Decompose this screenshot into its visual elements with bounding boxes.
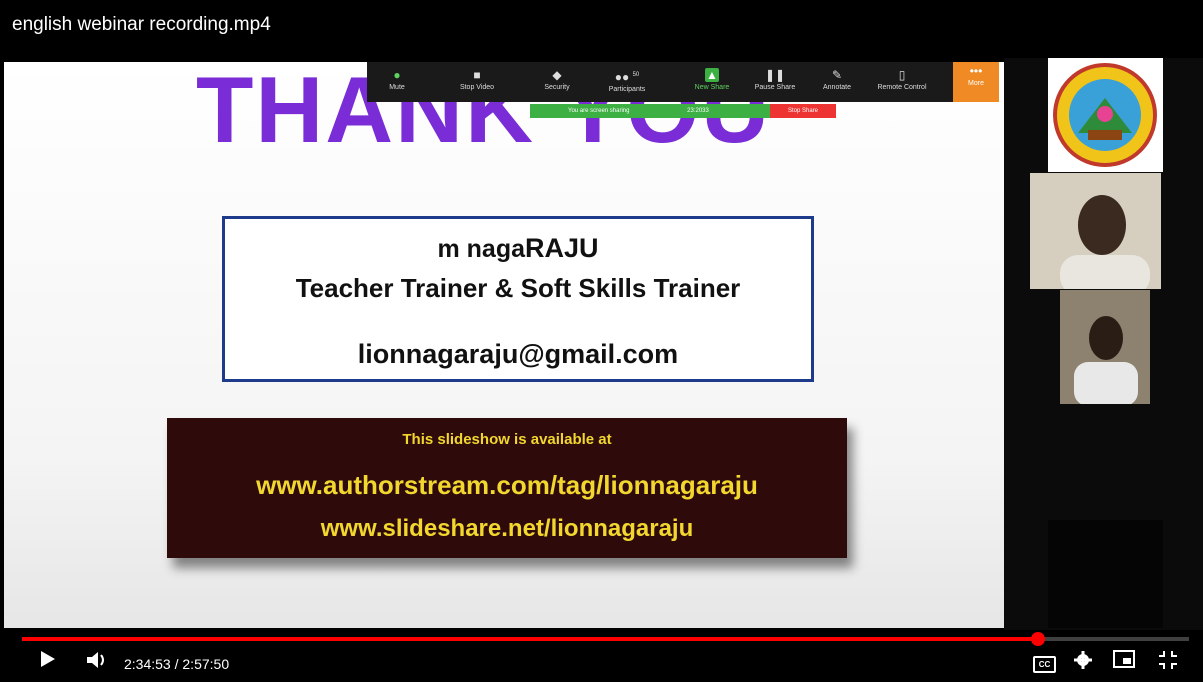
- participants-button[interactable]: ●● 50 Participants: [597, 68, 657, 93]
- pause-share-button[interactable]: ❚❚ Pause Share: [745, 68, 805, 91]
- stop-share-button[interactable]: Stop Share: [770, 104, 836, 118]
- play-button[interactable]: [40, 650, 56, 674]
- presenter-role: Teacher Trainer & Soft Skills Trainer: [295, 273, 741, 303]
- seal-icon: [1053, 63, 1157, 167]
- video-title: english webinar recording.mp4: [12, 14, 271, 35]
- pen-icon: ✎: [831, 68, 843, 82]
- more-dots-icon: •••: [969, 64, 983, 78]
- gear-icon: [1074, 651, 1092, 669]
- person-icon: [1060, 290, 1150, 404]
- institution-logo: [1048, 58, 1163, 172]
- progress-bar[interactable]: [22, 632, 1189, 646]
- progress-played: [22, 637, 1039, 641]
- security-button[interactable]: ◆ Security: [527, 68, 587, 91]
- participants-icon: ●● 50: [614, 70, 640, 84]
- pause-icon: ❚❚: [764, 68, 786, 82]
- mute-button[interactable]: ● Mute: [367, 68, 427, 91]
- volume-icon: [87, 652, 104, 668]
- presenter-card: m nagaRAJU Teacher Trainer & Soft Skills…: [222, 216, 814, 382]
- new-share-button[interactable]: ▲ New Share: [682, 68, 742, 91]
- screen-sharing-status: You are screen sharing 23:2033: [530, 104, 770, 118]
- participant-video-2[interactable]: [1060, 290, 1150, 404]
- remote-control-button[interactable]: ▯ Remote Control: [872, 68, 932, 91]
- shield-icon: ◆: [552, 68, 562, 82]
- stop-video-button[interactable]: ■ Stop Video: [447, 68, 507, 91]
- authorstream-link: www.authorstream.com/tag/lionnagaraju: [256, 470, 758, 500]
- presenter-name: m nagaRAJU: [437, 233, 599, 263]
- zoom-toolbar: ● Mute ■ Stop Video ◆ Security ●● 50 Par…: [367, 62, 999, 102]
- player-controls: 2:34:53 / 2:57:50 CC: [0, 644, 1203, 682]
- volume-button[interactable]: [86, 650, 110, 676]
- slideshare-link: www.slideshare.net/lionnagaraju: [320, 515, 694, 542]
- exit-fullscreen-icon: [1159, 651, 1177, 669]
- promo-heading: This slideshow is available at: [402, 431, 612, 448]
- mic-icon: ●: [393, 68, 401, 82]
- settings-button[interactable]: [1073, 650, 1093, 676]
- play-icon: [41, 651, 55, 667]
- participants-count: 50: [632, 72, 640, 78]
- participant-video-1[interactable]: [1030, 173, 1161, 289]
- exit-fullscreen-button[interactable]: [1158, 650, 1178, 676]
- slideshow-promo: This slideshow is available at www.autho…: [167, 418, 847, 558]
- mouse-icon: ▯: [898, 68, 906, 82]
- miniplayer-icon: [1113, 650, 1135, 668]
- more-button[interactable]: ••• More: [953, 62, 999, 102]
- time-display: 2:34:53 / 2:57:50: [124, 656, 230, 672]
- annotate-button[interactable]: ✎ Annotate: [807, 68, 867, 91]
- captions-button[interactable]: CC: [1033, 656, 1056, 673]
- presenter-email: lionnagaraju@gmail.com: [357, 339, 679, 369]
- miniplayer-button[interactable]: [1113, 650, 1135, 674]
- person-icon: [1030, 173, 1161, 289]
- video-icon: ■: [473, 68, 481, 82]
- share-icon: ▲: [705, 68, 719, 82]
- empty-tile: [1048, 520, 1163, 628]
